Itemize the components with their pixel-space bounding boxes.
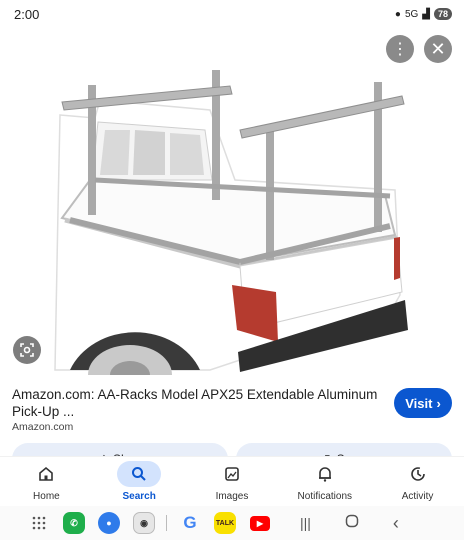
lens-icon — [20, 343, 34, 357]
camera-app[interactable]: ◉ — [131, 510, 157, 536]
home-button[interactable] — [345, 514, 359, 533]
system-navigation: ||| ‹ — [300, 513, 399, 534]
camera-icon: ◉ — [133, 512, 155, 534]
status-indicators: ● 5G ▟ 78 — [395, 8, 452, 20]
nav-activity[interactable]: Activity — [372, 457, 464, 507]
activity-icon — [410, 467, 425, 481]
truck-rack-image — [54, 70, 408, 375]
youtube-icon: ▶ — [250, 515, 270, 531]
nav-search[interactable]: Search — [93, 457, 185, 507]
kakaotalk-icon: TALK — [214, 512, 236, 534]
more-vert-icon: ⋮ — [392, 41, 408, 58]
dock-divider — [166, 515, 167, 531]
search-icon — [132, 467, 146, 481]
nav-home[interactable]: Home — [0, 457, 92, 507]
google-app[interactable]: G — [177, 510, 203, 536]
back-button[interactable]: ‹ — [393, 513, 399, 534]
bell-icon — [318, 467, 331, 482]
battery-indicator: 78 — [433, 8, 452, 20]
phone-app[interactable]: ✆ — [61, 510, 87, 536]
result-source: Amazon.com — [12, 421, 74, 433]
status-time: 2:00 — [14, 6, 40, 22]
images-icon — [225, 467, 239, 481]
nav-home-label: Home — [33, 491, 60, 502]
messages-icon: ● — [98, 512, 120, 534]
close-icon: ✕ — [430, 38, 446, 59]
home-icon — [39, 466, 54, 481]
phone-icon: ✆ — [63, 512, 85, 534]
app-grid-icon — [32, 516, 46, 530]
visit-button[interactable]: Visit › — [394, 388, 452, 418]
chevron-right-icon: › — [436, 395, 441, 411]
status-bar: 2:00 ● 5G ▟ 78 — [0, 0, 464, 28]
more-options-button[interactable]: ⋮ — [386, 35, 414, 63]
nav-search-label: Search — [122, 491, 156, 502]
app-drawer-button[interactable] — [26, 510, 52, 536]
lens-search-button[interactable] — [13, 336, 41, 364]
messages-app[interactable]: ● — [96, 510, 122, 536]
network-label: 5G — [404, 8, 419, 20]
result-header: Amazon.com: AA-Racks Model APX25 Extenda… — [12, 386, 452, 420]
close-button[interactable]: ✕ — [424, 35, 452, 63]
bottom-navigation: Home Search Images Notifications Activit… — [0, 456, 464, 506]
nav-activity-label: Activity — [401, 491, 434, 502]
recents-button[interactable]: ||| — [300, 515, 311, 531]
result-title[interactable]: Amazon.com: AA-Racks Model APX25 Extenda… — [12, 386, 378, 420]
nav-images-label: Images — [215, 491, 249, 502]
google-icon: G — [183, 513, 197, 532]
nav-notifications[interactable]: Notifications — [279, 457, 371, 507]
kakaotalk-app[interactable]: TALK — [212, 510, 238, 536]
nav-images[interactable]: Images — [186, 457, 278, 507]
home-circle-icon — [345, 514, 359, 527]
kakaotalk-label: TALK — [215, 519, 235, 527]
result-image[interactable]: ⋮ ✕ — [0, 30, 464, 375]
location-icon: ● — [394, 8, 401, 20]
nav-notifications-label: Notifications — [297, 491, 353, 502]
signal-icon: ▟ — [422, 8, 430, 20]
youtube-app[interactable]: ▶ — [247, 510, 273, 536]
system-dock: ✆ ● ◉ G TALK ▶ ||| ‹ — [0, 506, 464, 540]
visit-label: Visit — [405, 395, 433, 411]
